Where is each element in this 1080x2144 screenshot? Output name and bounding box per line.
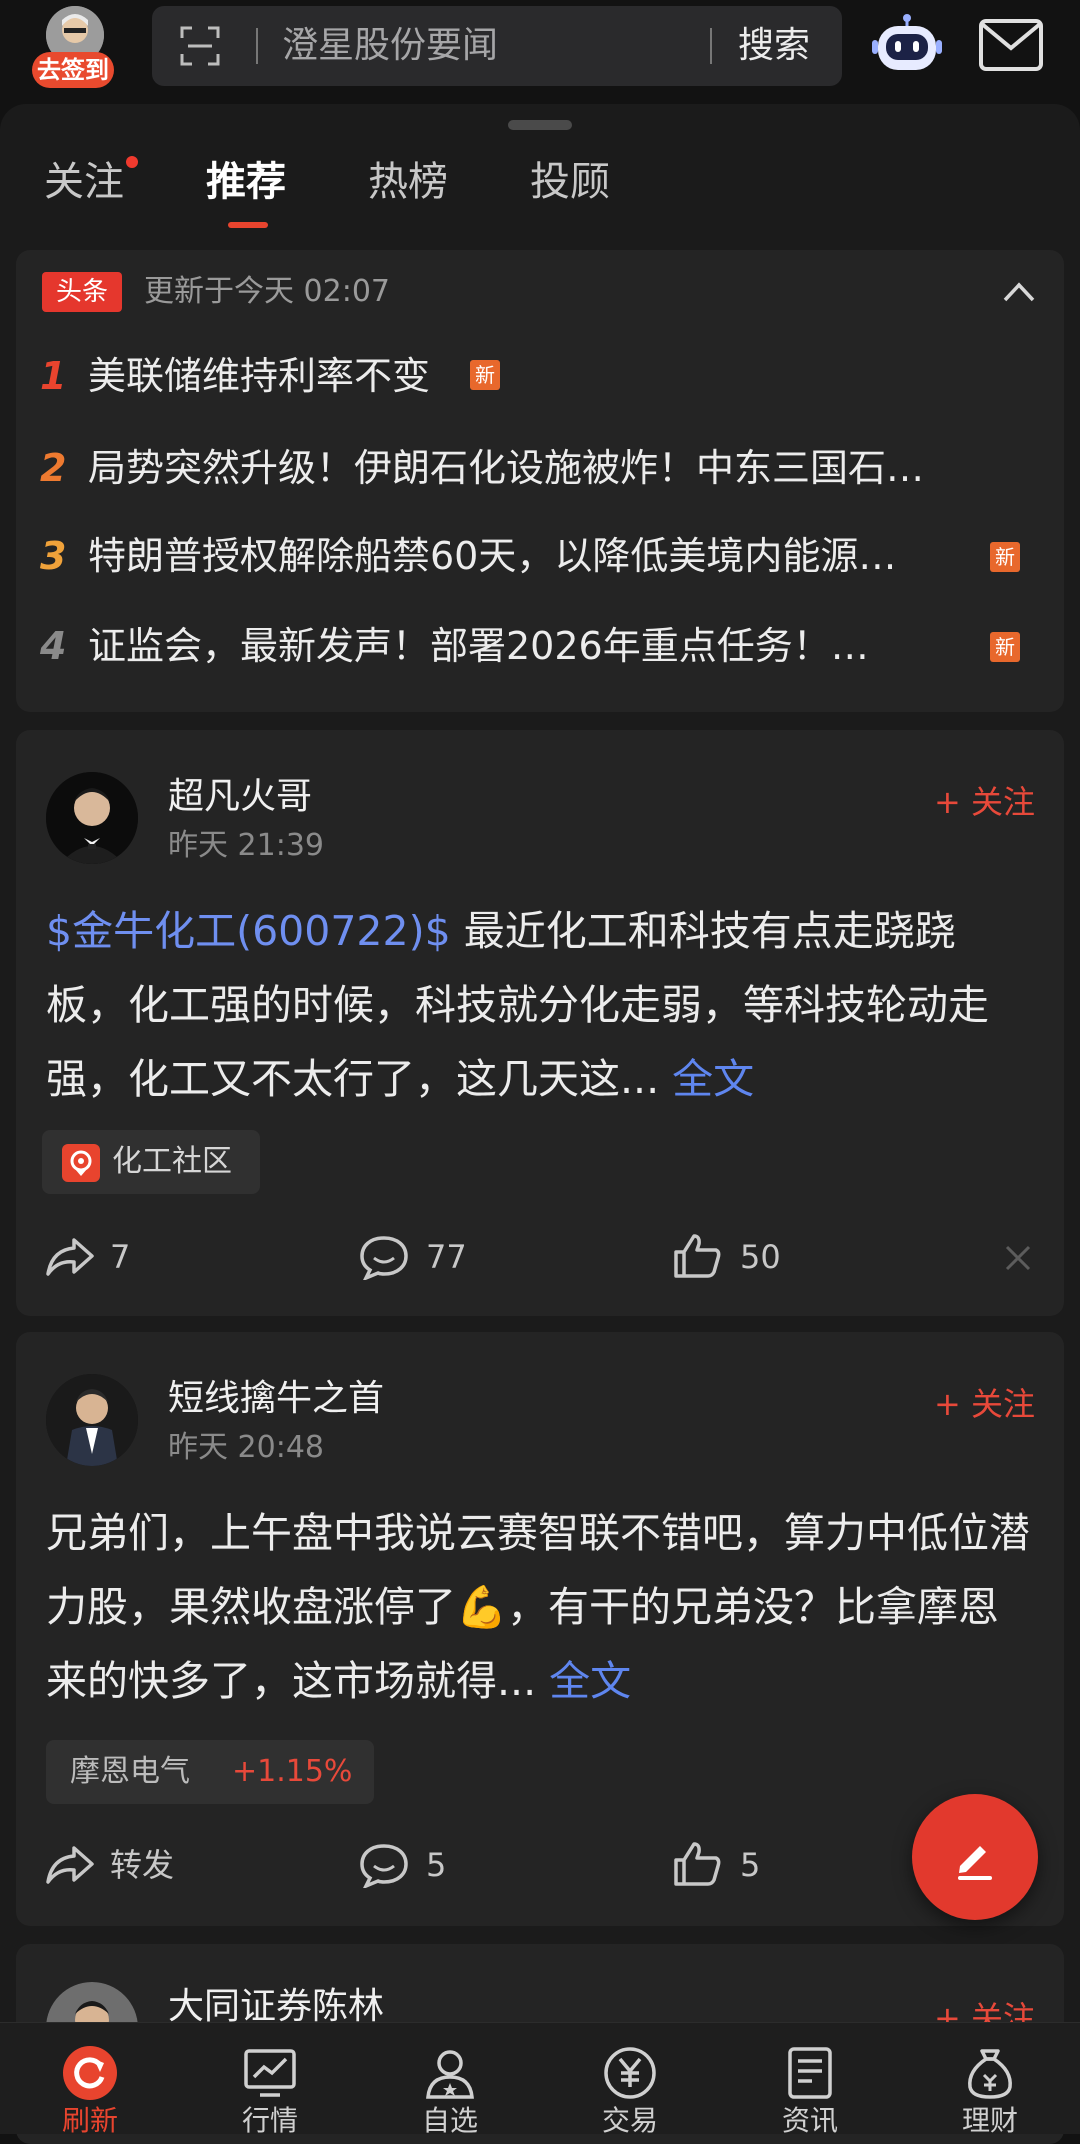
- share-icon[interactable]: [44, 1842, 96, 1888]
- search-button[interactable]: 搜索: [738, 6, 810, 86]
- nav-trade[interactable]: 交易: [540, 2023, 720, 2137]
- headline-text: 局势突然升级！伊朗石化设施被炸！中东三国石…: [88, 446, 925, 490]
- avatar[interactable]: [46, 772, 138, 864]
- share-label[interactable]: 转发: [110, 1842, 174, 1888]
- scan-icon[interactable]: [180, 26, 220, 66]
- tab-recommend[interactable]: 推荐: [206, 150, 286, 214]
- nav-refresh[interactable]: 刷新: [0, 2023, 180, 2137]
- sign-in-badge[interactable]: 去签到: [32, 52, 114, 88]
- chart-icon: [244, 2049, 296, 2097]
- headline-text: 美联储维持利率不变: [88, 354, 431, 398]
- headline-rank: 2: [40, 446, 67, 490]
- drag-handle[interactable]: [508, 120, 572, 130]
- read-more-link[interactable]: 全文: [672, 1055, 754, 1103]
- nav-watchlist[interactable]: 自选: [360, 2023, 540, 2137]
- comment-count[interactable]: 5: [426, 1842, 446, 1888]
- tab-hot-list[interactable]: 热榜: [368, 150, 448, 214]
- money-bag-icon: [968, 2049, 1012, 2099]
- post-author[interactable]: 短线擒牛之首: [168, 1376, 384, 1422]
- tab-advisor[interactable]: 投顾: [530, 150, 610, 214]
- refresh-icon: [63, 2046, 117, 2100]
- robot-assistant-icon[interactable]: [872, 12, 942, 76]
- nav-label: 资讯: [781, 2104, 838, 2137]
- search-divider: [710, 28, 712, 64]
- nav-label: 交易: [601, 2104, 658, 2137]
- top-bar: 去签到 澄星股份要闻 搜索: [0, 0, 1080, 104]
- news-icon: [788, 2047, 832, 2099]
- notification-dot: [126, 156, 138, 168]
- post-time: 昨天 20:48: [168, 1430, 324, 1465]
- new-badge: 新: [470, 360, 500, 390]
- user-star-icon: [426, 2050, 474, 2099]
- update-time: 更新于今天 02:07: [144, 274, 390, 309]
- post-body[interactable]: 兄弟们，上午盘中我说云赛智联不错吧，算力中低位潜力股，果然收盘涨停了💪，有干的兄…: [46, 1496, 1036, 1718]
- like-icon[interactable]: [672, 1840, 724, 1886]
- search-divider: [256, 28, 258, 64]
- active-tab-indicator: [228, 222, 268, 228]
- nav-label: 理财: [961, 2104, 1018, 2137]
- yuan-icon: [604, 2047, 656, 2099]
- nav-label: 行情: [241, 2104, 298, 2137]
- search-bar[interactable]: 澄星股份要闻 搜索: [152, 6, 842, 86]
- post-body[interactable]: $金牛化工(600722)$ 最近化工和科技有点走跷跷板，化工强的时候，科技就分…: [46, 894, 1036, 1116]
- chevron-up-icon[interactable]: [1002, 280, 1036, 304]
- comment-icon[interactable]: [358, 1842, 410, 1888]
- headline-rank: 3: [40, 534, 67, 578]
- headline-tag: 头条: [42, 272, 122, 312]
- headline-text: 特朗普授权解除船禁60天，以降低美境内能源…: [88, 534, 897, 578]
- bottom-nav: 刷新 行情 自选 交易 资讯 理财: [0, 2022, 1080, 2137]
- community-label: 化工社区: [112, 1144, 232, 1179]
- post-author[interactable]: 超凡火哥: [168, 774, 312, 820]
- post-time: 昨天 21:39: [168, 828, 324, 863]
- share-icon[interactable]: [44, 1234, 96, 1280]
- location-pin-icon: [62, 1144, 100, 1182]
- comment-icon[interactable]: [358, 1234, 410, 1280]
- follow-button[interactable]: + 关注: [934, 1382, 1035, 1426]
- follow-button[interactable]: + 关注: [934, 780, 1035, 824]
- sign-in-avatar[interactable]: 去签到: [30, 6, 122, 94]
- nav-wealth[interactable]: 理财: [900, 2023, 1080, 2137]
- headline-text: 证监会，最新发声！部署2026年重点任务！…: [88, 624, 869, 668]
- close-icon[interactable]: [1004, 1244, 1032, 1272]
- flexed-biceps-emoji: 💪: [456, 1583, 508, 1631]
- new-badge: 新: [990, 542, 1020, 572]
- nav-label: 自选: [421, 2104, 478, 2137]
- nav-label: 刷新: [61, 2104, 118, 2137]
- avatar[interactable]: [46, 1374, 138, 1466]
- stock-chip[interactable]: 摩恩电气 +1.15%: [46, 1740, 374, 1804]
- stock-name: 摩恩电气: [70, 1754, 190, 1789]
- tab-follow[interactable]: 关注: [44, 150, 124, 214]
- share-count[interactable]: 7: [110, 1234, 130, 1280]
- stock-link[interactable]: $金牛化工(600722)$: [46, 907, 451, 955]
- community-chip[interactable]: 化工社区: [42, 1130, 260, 1194]
- like-count[interactable]: 50: [740, 1234, 781, 1280]
- headline-rank: 1: [40, 354, 67, 398]
- new-badge: 新: [990, 632, 1020, 662]
- nav-market[interactable]: 行情: [180, 2023, 360, 2137]
- comment-count[interactable]: 77: [426, 1234, 467, 1280]
- mail-icon[interactable]: [978, 18, 1044, 72]
- headline-rank: 4: [40, 624, 67, 668]
- compose-button[interactable]: [912, 1794, 1038, 1920]
- read-more-link[interactable]: 全文: [549, 1657, 631, 1705]
- stock-change: +1.15%: [232, 1754, 353, 1789]
- like-count[interactable]: 5: [740, 1842, 760, 1888]
- pencil-icon: [958, 1846, 992, 1880]
- like-icon[interactable]: [672, 1232, 724, 1278]
- nav-news[interactable]: 资讯: [720, 2023, 900, 2137]
- search-input[interactable]: 澄星股份要闻: [282, 6, 498, 86]
